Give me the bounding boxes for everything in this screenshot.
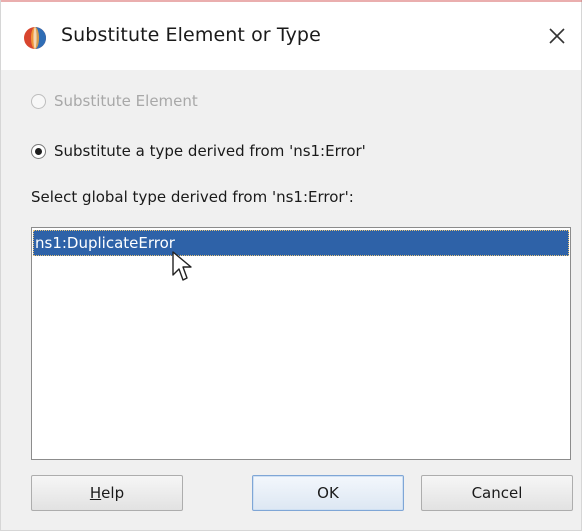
ok-button[interactable]: OK [252,475,404,511]
help-label-rest: elp [101,484,125,502]
substitute-dialog: Substitute Element or Type Substitute El… [0,0,582,531]
dialog-content: Substitute Element Substitute a type der… [1,70,581,530]
close-button[interactable] [539,18,575,54]
list-item[interactable]: ns1:DuplicateError [33,230,569,256]
global-type-list[interactable]: ns1:DuplicateError [31,227,571,460]
substitute-element-label: Substitute Element [54,92,198,110]
oracle-jdeveloper-icon [23,26,47,50]
radio-selected-dot [35,147,42,155]
title-bar[interactable]: Substitute Element or Type [1,2,581,70]
substitute-element-radio[interactable] [31,93,46,109]
cancel-button[interactable]: Cancel [421,475,573,511]
global-type-list-label: Select global type derived from 'ns1:Err… [31,188,354,206]
dialog-title: Substitute Element or Type [61,24,321,46]
substitute-type-label: Substitute a type derived from 'ns1:Erro… [54,142,366,160]
close-icon [549,28,565,44]
substitute-type-radio[interactable] [31,143,46,159]
substitute-element-option[interactable]: Substitute Element [31,92,198,110]
help-mnemonic: H [89,484,102,502]
substitute-type-option[interactable]: Substitute a type derived from 'ns1:Erro… [31,142,366,160]
mouse-pointer-icon [171,250,193,284]
help-button[interactable]: Help [31,475,183,511]
